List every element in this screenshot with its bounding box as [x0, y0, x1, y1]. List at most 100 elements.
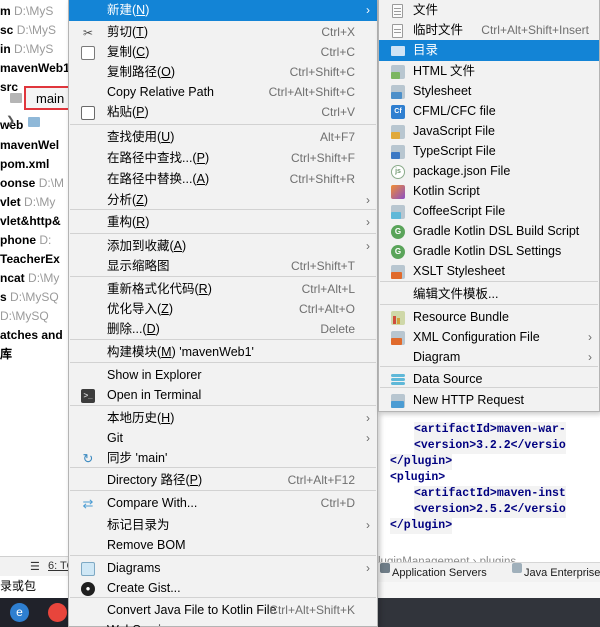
new-submenu-item-8[interactable]: js package.json File	[379, 161, 599, 182]
context-menu-item-3[interactable]: 复制路径(O) Ctrl+Shift+C	[69, 62, 377, 83]
context-menu-item-8[interactable]: 在路径中替换...(A) Ctrl+Shift+R	[69, 169, 377, 190]
context-menu-item-11[interactable]: 添加到收藏(A) ›	[69, 236, 377, 257]
menu-item-label: 查找使用(U)	[107, 130, 175, 144]
code-line: <artifactId>maven-war-	[414, 422, 566, 438]
menu-item-shortcut: Ctrl+Alt+O	[298, 302, 355, 316]
new-submenu-item-14[interactable]: 编辑文件模板...	[379, 284, 599, 305]
new-submenu-item-15[interactable]: Resource Bundle	[379, 307, 599, 328]
code-editor[interactable]: <artifactId>maven-war- <version>3.2.2</ve…	[378, 410, 600, 545]
new-submenu-item-0[interactable]: 文件	[379, 0, 599, 21]
new-submenu-item-7[interactable]: TypeScript File	[379, 141, 599, 162]
context-menu-item-26[interactable]: Diagrams ›	[69, 558, 377, 579]
new-submenu[interactable]: 文件 临时文件 Ctrl+Alt+Shift+Insert 目录 HTML 文件 Styl…	[378, 0, 600, 412]
selected-node-label[interactable]: main	[36, 91, 64, 106]
edge-icon[interactable]: e	[10, 603, 29, 622]
menu-item-label: Diagram	[413, 350, 461, 364]
chevron-right-icon: ›	[588, 330, 592, 344]
menu-item-shortcut: Alt+F7	[319, 130, 355, 144]
tree-node-name: vlet&http&	[0, 214, 61, 228]
context-menu-item-10[interactable]: 重构(R) ›	[69, 212, 377, 233]
copy-icon	[81, 46, 95, 60]
context-menu-item-18[interactable]: >_ Open in Terminal	[69, 385, 377, 406]
folder-icon	[28, 117, 40, 127]
new-submenu-item-19[interactable]: New HTTP Request	[379, 390, 599, 411]
context-menu-item-17[interactable]: Show in Explorer	[69, 365, 377, 386]
bottom-tool-tabs[interactable]: Application Servers Java Enterprise	[378, 562, 600, 582]
tree-node-name: TeacherEx	[0, 252, 60, 266]
menu-item-label: 删除...(D)	[107, 322, 160, 336]
context-menu-item-24[interactable]: 标记目录为 ›	[69, 515, 377, 536]
tree-node-path: D:\MySQ	[10, 290, 59, 304]
context-menu[interactable]: 新建(N) › ✂ 剪切(T) Ctrl+X 复制(C) Ctrl+C 复制路径(O) Ctrl…	[68, 0, 378, 627]
chevron-right-icon: ›	[366, 518, 370, 532]
context-menu-item-27[interactable]: ● Create Gist...	[69, 578, 377, 599]
menu-item-label: 编辑文件模板...	[413, 287, 499, 301]
folder-icon	[391, 44, 405, 58]
context-menu-item-19[interactable]: 本地历史(H) ›	[69, 408, 377, 429]
bottom-tab[interactable]: Application Servers	[380, 563, 487, 583]
context-menu-item-6[interactable]: 查找使用(U) Alt+F7	[69, 127, 377, 148]
new-submenu-item-11[interactable]: G Gradle Kotlin DSL Build Script	[379, 221, 599, 242]
code-line: <plugin>	[390, 471, 446, 484]
context-menu-item-15[interactable]: 删除...(D) Delete	[69, 319, 377, 340]
menu-item-label: TypeScript File	[413, 144, 496, 158]
context-menu-item-13[interactable]: 重新格式化代码(R) Ctrl+Alt+L	[69, 279, 377, 300]
context-menu-item-23[interactable]: ⇄ Compare With... Ctrl+D	[69, 493, 377, 514]
context-menu-item-4[interactable]: Copy Relative Path Ctrl+Alt+Shift+C	[69, 82, 377, 103]
tree-node-path: D:\MyS	[16, 23, 57, 37]
new-submenu-item-3[interactable]: HTML 文件	[379, 61, 599, 82]
clipboard-icon	[81, 106, 95, 120]
chevron-right-icon: ›	[366, 193, 370, 207]
menu-item-shortcut: Ctrl+Shift+T	[290, 259, 355, 273]
menu-item-label: CoffeeScript File	[413, 204, 506, 218]
menu-item-label: 构建模块(M) 'mavenWeb1'	[107, 345, 254, 359]
tree-node-name: mavenWeb1	[0, 61, 70, 75]
new-submenu-item-4[interactable]: Stylesheet	[379, 81, 599, 102]
context-menu-item-29[interactable]: WebServices ›	[69, 620, 377, 627]
context-menu-item-9[interactable]: 分析(Z) ›	[69, 190, 377, 211]
context-menu-item-14[interactable]: 优化导入(Z) Ctrl+Alt+O	[69, 299, 377, 320]
new-submenu-item-16[interactable]: XML Configuration File ›	[379, 327, 599, 348]
xslt-file-icon	[391, 265, 405, 279]
new-submenu-item-9[interactable]: Kotlin Script	[379, 181, 599, 202]
chrome-icon[interactable]	[48, 603, 67, 622]
new-submenu-item-12[interactable]: G Gradle Kotlin DSL Settings	[379, 241, 599, 262]
context-menu-item-25[interactable]: Remove BOM	[69, 535, 377, 556]
code-line: <version>3.2.2</versio	[414, 438, 566, 454]
context-menu-item-21[interactable]: ↻ 同步 'main'	[69, 448, 377, 469]
context-menu-item-28[interactable]: Convert Java File to Kotlin File Ctrl+Alt…	[69, 600, 377, 621]
tree-node-name: s	[0, 290, 7, 304]
new-submenu-item-13[interactable]: XSLT Stylesheet	[379, 261, 599, 282]
context-menu-item-1[interactable]: ✂ 剪切(T) Ctrl+X	[69, 22, 377, 43]
menu-item-label: Kotlin Script	[413, 184, 480, 198]
npm-icon: js	[391, 165, 405, 179]
menu-item-shortcut: Ctrl+Shift+F	[290, 151, 355, 165]
tree-node-name: sc	[0, 23, 14, 37]
context-menu-item-7[interactable]: 在路径中查找...(P) Ctrl+Shift+F	[69, 148, 377, 169]
tree-node-path: D:	[39, 233, 52, 247]
new-submenu-item-1[interactable]: 临时文件 Ctrl+Alt+Shift+Insert	[379, 20, 599, 41]
scratch-file-icon	[391, 24, 405, 38]
context-menu-item-0[interactable]: 新建(N) ›	[69, 0, 377, 21]
context-menu-item-16[interactable]: 构建模块(M) 'mavenWeb1'	[69, 342, 377, 363]
bottom-tab[interactable]: Java Enterprise	[512, 563, 600, 583]
new-submenu-item-10[interactable]: CoffeeScript File	[379, 201, 599, 222]
new-submenu-item-2[interactable]: 目录	[379, 40, 599, 61]
context-menu-item-2[interactable]: 复制(C) Ctrl+C	[69, 42, 377, 63]
menu-item-label: 添加到收藏(A)	[107, 239, 187, 253]
tree-node-name: m	[0, 4, 11, 18]
chevron-right-icon[interactable]: ❯	[6, 114, 15, 127]
context-menu-item-12[interactable]: 显示缩略图 Ctrl+Shift+T	[69, 256, 377, 277]
chevron-right-icon: ›	[588, 350, 592, 364]
context-menu-item-22[interactable]: Directory 路径(P) Ctrl+Alt+F12	[69, 470, 377, 491]
tree-node-name: mavenWel	[0, 138, 60, 152]
new-submenu-item-17[interactable]: Diagram ›	[379, 347, 599, 368]
new-submenu-item-5[interactable]: Cf CFML/CFC file	[379, 101, 599, 122]
chevron-right-icon: ›	[366, 215, 370, 229]
new-submenu-item-18[interactable]: Data Source	[379, 369, 599, 390]
taskbar-right-section	[378, 598, 600, 627]
new-submenu-item-6[interactable]: JavaScript File	[379, 121, 599, 142]
menu-separator	[70, 233, 376, 234]
context-menu-item-5[interactable]: 粘贴(P) Ctrl+V	[69, 102, 377, 123]
context-menu-item-20[interactable]: Git ›	[69, 428, 377, 449]
